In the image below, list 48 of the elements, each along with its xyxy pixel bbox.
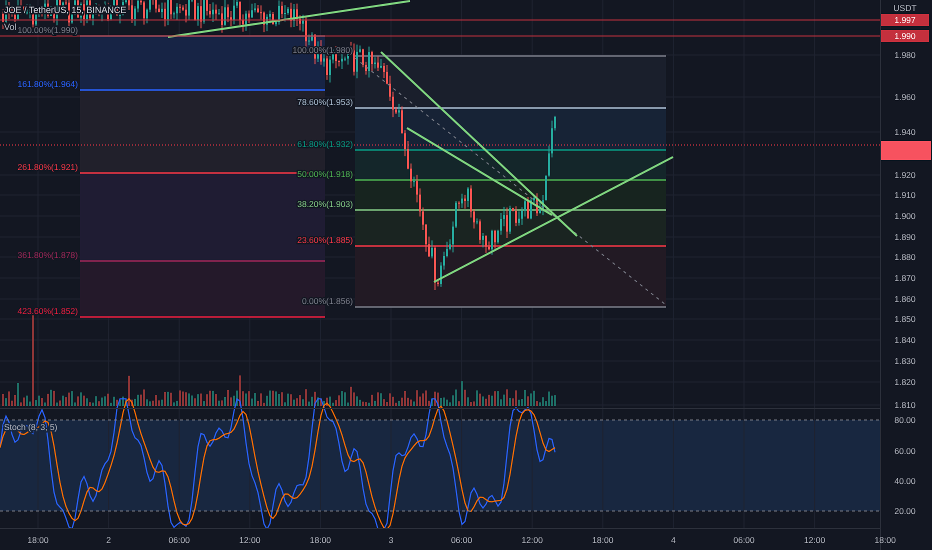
fib-level-label: 38.20%(1.903) xyxy=(297,199,353,209)
time-tick-label: 06:00 xyxy=(733,535,755,545)
price-tick-label: 1.980 xyxy=(894,50,916,60)
price-alert-badge: 1.997 xyxy=(881,14,929,26)
time-tick-label: 12:00 xyxy=(522,535,543,545)
price-tick-label: 1.940 xyxy=(894,127,916,137)
price-tick-label: 1.890 xyxy=(894,232,916,242)
fib-level-label: 100.00%(1.990) xyxy=(18,25,78,35)
time-tick-label: 06:00 xyxy=(450,535,472,545)
time-tick-label: 18:00 xyxy=(874,535,896,545)
indicator-tick-label: 20.00 xyxy=(894,506,916,516)
time-tick-label: 12:00 xyxy=(239,535,260,545)
time-tick-label: 12:00 xyxy=(804,535,826,545)
fib-level-label: 0.00%(1.856) xyxy=(302,296,353,306)
current-price-marker xyxy=(881,141,931,160)
indicator-tick-label: 80.00 xyxy=(894,415,916,425)
price-tick-label: 1.900 xyxy=(894,211,916,221)
currency-label: USDT xyxy=(893,3,917,13)
time-tick-label: 06:00 xyxy=(168,535,190,545)
time-tick-label: 18:00 xyxy=(310,535,332,545)
price-alert-badge: 1.990 xyxy=(881,30,929,42)
time-tick-label: 18:00 xyxy=(592,535,614,545)
price-tick-label: 1.820 xyxy=(894,377,916,387)
price-tick-label: 1.850 xyxy=(894,314,916,324)
time-tick-label: 18:00 xyxy=(27,535,49,545)
price-tick-label: 1.920 xyxy=(894,170,916,180)
fib-level-label: 423.60%(1.852) xyxy=(18,306,78,316)
fib-level-label: 78.60%(1.953) xyxy=(297,97,353,107)
time-tick-label: 2 xyxy=(106,535,111,545)
price-tick-label: 1.810 xyxy=(894,400,916,410)
fib-level-label: 361.80%(1.878) xyxy=(18,250,78,260)
price-tick-label: 1.870 xyxy=(894,273,916,283)
time-tick-label: 4 xyxy=(671,535,676,545)
price-tick-label: 1.910 xyxy=(894,190,916,200)
price-tick-label: 1.880 xyxy=(894,252,916,262)
time-tick-label: 3 xyxy=(388,535,394,545)
indicator-tick-label: 40.00 xyxy=(894,476,916,486)
fib-level-label: 50.00%(1.918) xyxy=(297,169,353,179)
fib-level-label: 261.80%(1.921) xyxy=(18,162,78,172)
price-tick-label: 1.840 xyxy=(894,335,916,345)
price-tick-label: 1.960 xyxy=(894,92,916,102)
volume-legend: Vol xyxy=(4,22,17,32)
fib-level-label: 23.60%(1.885) xyxy=(297,235,353,245)
price-tick-label: 1.860 xyxy=(894,294,916,304)
price-tick-label: 1.830 xyxy=(894,356,916,366)
fib-level-label: 161.80%(1.964) xyxy=(18,79,78,89)
indicator-tick-label: 60.00 xyxy=(894,446,916,456)
fib-level-label: 61.80%(1.932) xyxy=(297,139,353,149)
